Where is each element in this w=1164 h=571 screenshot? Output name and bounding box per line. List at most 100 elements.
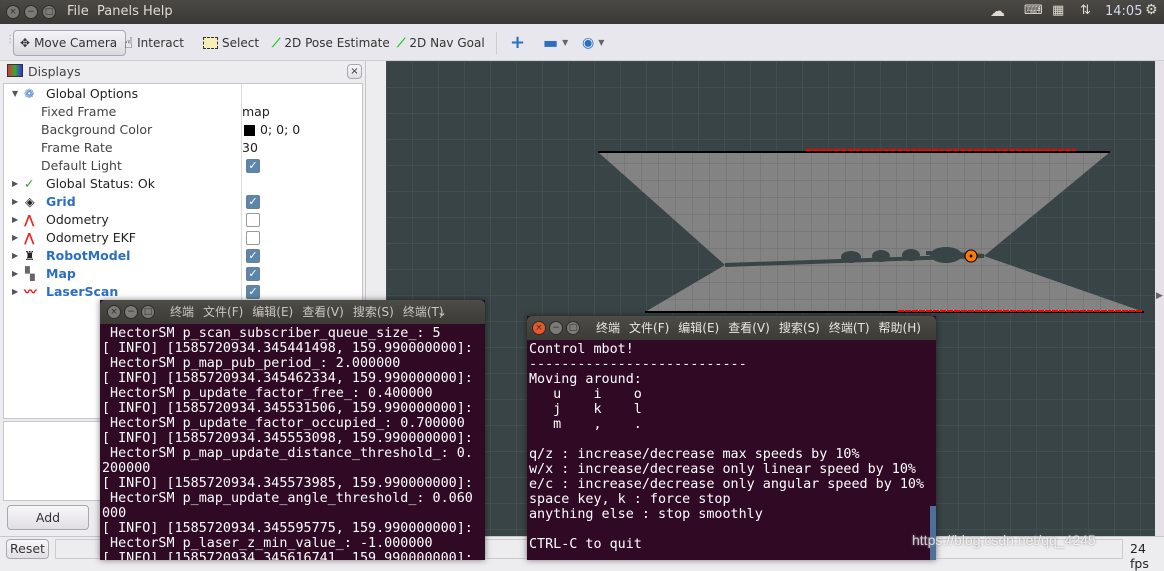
add-tool-button[interactable]: + bbox=[510, 30, 525, 56]
tree-item-robotmodel[interactable]: ▶ ♜ RobotModel ✓ bbox=[4, 247, 362, 265]
property-fixed-frame[interactable]: Fixed Frame map bbox=[4, 103, 362, 121]
remove-tool-button[interactable]: ▬ ▼ bbox=[543, 30, 568, 56]
terminal-menu: 终端 文件(F) 编辑(E) 查看(V) 搜索(S) 终端(T) 帮助(H) bbox=[596, 316, 930, 340]
gear-icon: ❁ bbox=[24, 86, 35, 101]
laserscan-checkbox[interactable]: ✓ bbox=[246, 285, 260, 299]
collapsed-arrow-icon[interactable]: ▶ bbox=[12, 265, 18, 283]
terminal-menu-item[interactable]: 搜索(S) bbox=[353, 305, 394, 319]
collapsed-arrow-icon[interactable]: ▶ bbox=[12, 175, 18, 193]
terminal-line: --------------------------- bbox=[529, 357, 747, 372]
obstacle bbox=[930, 247, 962, 263]
monitor-icon bbox=[7, 64, 23, 77]
terminal-line: [ INFO] [1585720934.345441498, 159.99000… bbox=[102, 341, 473, 356]
network-icon[interactable]: ⇅ bbox=[1080, 3, 1091, 18]
tree-item-odometry-ekf[interactable]: ▶ ⋀ Odometry EKF bbox=[4, 229, 362, 247]
odometry-ekf-checkbox[interactable] bbox=[246, 231, 260, 245]
tree-item-grid[interactable]: ▶ ◈ Grid ✓ bbox=[4, 193, 362, 211]
color-swatch[interactable] bbox=[244, 125, 255, 136]
menu-panels[interactable]: Panels bbox=[97, 4, 139, 19]
terminal-line: [ INFO] [1585720934.345531506, 159.99000… bbox=[102, 401, 473, 416]
terminal-menu-item[interactable]: 编辑(E) bbox=[252, 305, 293, 319]
terminal-menu-item[interactable]: 文件(F) bbox=[629, 321, 669, 335]
collapsed-arrow-icon[interactable]: ▶ bbox=[12, 193, 18, 211]
terminal-menu-item[interactable]: 编辑(E) bbox=[678, 321, 719, 335]
close-window-icon[interactable]: × bbox=[532, 321, 546, 335]
minus-icon: ▬ bbox=[543, 33, 559, 52]
add-button[interactable]: Add bbox=[7, 505, 89, 530]
robotmodel-checkbox[interactable]: ✓ bbox=[246, 249, 260, 263]
move-camera-button[interactable]: ✥ Move Camera bbox=[13, 30, 127, 56]
menu-file[interactable]: File bbox=[67, 4, 89, 19]
property-default-light[interactable]: Default Light ✓ bbox=[4, 157, 362, 175]
default-light-checkbox[interactable]: ✓ bbox=[246, 159, 260, 173]
map-checkbox[interactable]: ✓ bbox=[246, 267, 260, 281]
terminal-output[interactable]: Control mbot! ---------------------------… bbox=[529, 340, 936, 560]
check-icon: ✓ bbox=[24, 176, 35, 191]
terminal-line: w/x : increase/decrease only linear spee… bbox=[529, 462, 916, 477]
minimize-window-icon[interactable]: − bbox=[124, 305, 138, 319]
terminal-menu-item[interactable]: 终端 bbox=[596, 321, 620, 335]
weather-icon[interactable]: ☁ bbox=[990, 2, 1005, 20]
chevron-down-icon[interactable]: ⌄ bbox=[437, 300, 447, 324]
terminal-line: Moving around: bbox=[529, 372, 642, 387]
clock[interactable]: 14:05 bbox=[1105, 4, 1142, 19]
maximize-window-icon[interactable]: □ bbox=[566, 321, 580, 335]
close-window-icon[interactable]: × bbox=[6, 5, 20, 19]
2d-pose-estimate-button[interactable]: ⟋ 2D Pose Estimate bbox=[272, 30, 390, 56]
keyboard-icon[interactable]: ⌨ bbox=[1024, 3, 1043, 18]
obstacle bbox=[841, 251, 861, 263]
2d-nav-goal-button[interactable]: ⟋ 2D Nav Goal bbox=[397, 30, 485, 56]
terminal-titlebar[interactable]: × − □ 终端 文件(F) 编辑(E) 查看(V) 搜索(S) 终端(T) 帮助(H) bbox=[527, 316, 936, 340]
collapsed-arrow-icon[interactable]: ▶ bbox=[12, 247, 18, 265]
close-panel-button[interactable]: × bbox=[347, 64, 362, 79]
property-frame-rate[interactable]: Frame Rate 30 bbox=[4, 139, 362, 157]
tree-item-global-status[interactable]: ▶ ✓ Global Status: Ok bbox=[4, 175, 362, 193]
fps-readout: 24 fps bbox=[1130, 541, 1149, 571]
robot-center bbox=[969, 254, 973, 258]
terminal-output[interactable]: HectorSM p_scan_subscriber_queue_size_: … bbox=[102, 324, 485, 560]
view-tool-button[interactable]: ◉ ▼ bbox=[582, 30, 604, 56]
terminal-menu-item[interactable]: 文件(F) bbox=[203, 305, 243, 319]
tree-item-laserscan[interactable]: ▶ 〰 LaserScan ✓ bbox=[4, 283, 362, 301]
chevron-down-icon: ▼ bbox=[562, 38, 569, 47]
grid-checkbox[interactable]: ✓ bbox=[246, 195, 260, 209]
expanded-arrow-icon[interactable]: ▼ bbox=[12, 85, 18, 103]
terminal-line: Control mbot! bbox=[529, 342, 634, 357]
select-icon bbox=[203, 37, 218, 49]
close-window-icon[interactable]: × bbox=[107, 305, 121, 319]
tree-item-odometry[interactable]: ▶ ⋀ Odometry bbox=[4, 211, 362, 229]
terminal-window-hector[interactable]: × − □ 终端 文件(F) 编辑(E) 查看(V) 搜索(S) 终端(T) ⌄ Hect… bbox=[100, 300, 485, 560]
interact-button[interactable]: ☝ Interact bbox=[124, 30, 184, 56]
terminal-menu-item[interactable]: 帮助(H) bbox=[879, 321, 921, 335]
terminal-line: anything else : stop smoothly bbox=[529, 507, 763, 522]
terminal-menu-item[interactable]: 终端 bbox=[170, 305, 194, 319]
tree-item-global-options[interactable]: ▼ ❁ Global Options bbox=[4, 85, 362, 103]
terminal-menu-item[interactable]: 查看(V) bbox=[728, 321, 770, 335]
right-panel-edge[interactable]: ▶ bbox=[1155, 61, 1164, 536]
terminal-menu-item[interactable]: 搜索(S) bbox=[779, 321, 820, 335]
terminal-menu-item[interactable]: 终端(T) bbox=[829, 321, 870, 335]
calendar-icon[interactable]: ▦ bbox=[1052, 3, 1064, 18]
collapsed-arrow-icon[interactable]: ▶ bbox=[12, 211, 18, 229]
reset-button[interactable]: Reset bbox=[6, 539, 49, 559]
laserscan-icon: 〰 bbox=[24, 284, 37, 299]
select-button[interactable]: Select bbox=[203, 30, 259, 56]
terminal-line: 000 bbox=[102, 506, 127, 521]
menu-help[interactable]: Help bbox=[143, 4, 173, 19]
odometry-checkbox[interactable] bbox=[246, 213, 260, 227]
terminal-titlebar[interactable]: × − □ 终端 文件(F) 编辑(E) 查看(V) 搜索(S) 终端(T) ⌄ bbox=[100, 300, 485, 324]
collapsed-arrow-icon[interactable]: ▶ bbox=[12, 283, 18, 301]
tree-item-map[interactable]: ▶ ▚ Map ✓ bbox=[4, 265, 362, 283]
minimize-window-icon[interactable]: − bbox=[24, 5, 38, 19]
terminal-window-teleop[interactable]: × − □ 终端 文件(F) 编辑(E) 查看(V) 搜索(S) 终端(T) 帮助(H) C… bbox=[527, 316, 936, 560]
terminal-line: [ INFO] [1585720934.345573985, 159.99000… bbox=[102, 476, 473, 491]
property-background-color[interactable]: Background Color 0; 0; 0 bbox=[4, 121, 362, 139]
power-icon[interactable]: ⚙ bbox=[1145, 2, 1158, 18]
terminal-menu-item[interactable]: 查看(V) bbox=[302, 305, 344, 319]
terminal-line: u i o bbox=[529, 387, 642, 402]
minimize-window-icon[interactable]: − bbox=[549, 321, 563, 335]
terminal-line: space key, k : force stop bbox=[529, 492, 731, 507]
collapsed-arrow-icon[interactable]: ▶ bbox=[12, 229, 18, 247]
maximize-window-icon[interactable]: □ bbox=[141, 305, 155, 319]
maximize-window-icon[interactable]: □ bbox=[42, 5, 56, 19]
